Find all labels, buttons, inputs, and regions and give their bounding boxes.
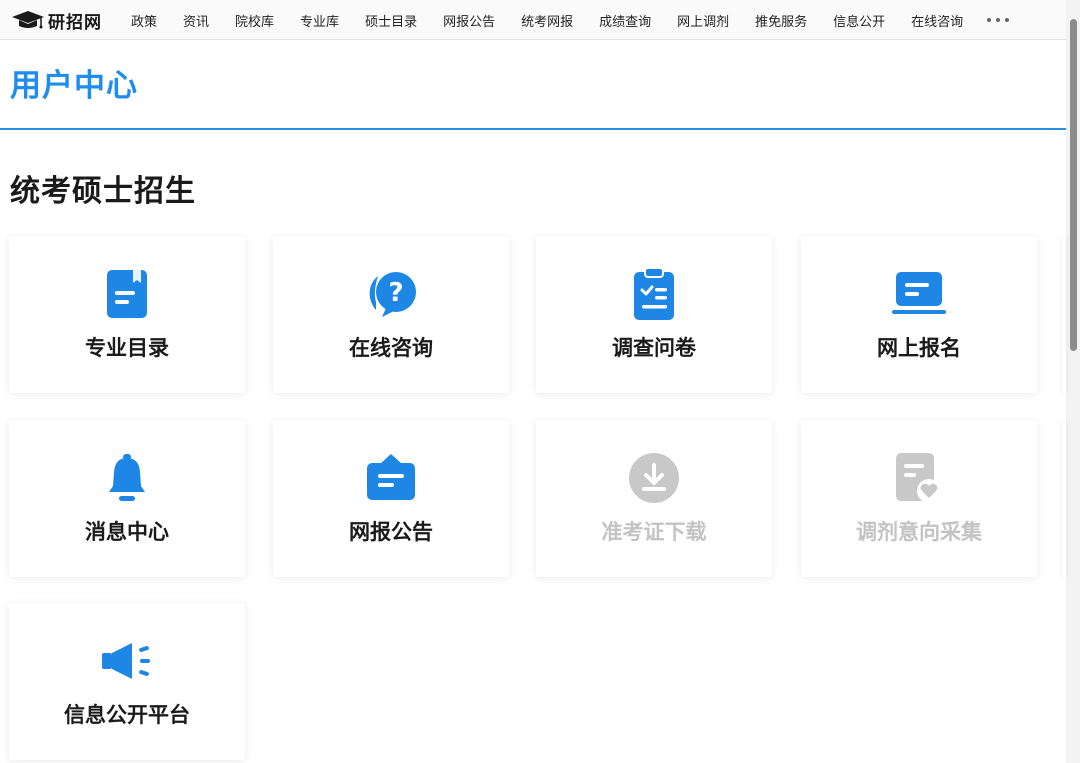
card-label: 准考证下载 — [601, 520, 707, 544]
nav-item-online-adjustment[interactable]: 网上调剂 — [677, 11, 729, 30]
registration-icon — [892, 272, 946, 314]
card-partial-edge — [1062, 236, 1066, 393]
nav-item-exemption-service[interactable]: 推免服务 — [755, 11, 807, 30]
download-icon — [629, 453, 679, 503]
site-logo[interactable]: 研招网 — [10, 6, 102, 34]
consult-icon: ? — [369, 272, 416, 317]
card-survey[interactable]: 调查问卷 — [536, 236, 772, 393]
card-message-center[interactable]: 消息中心 — [9, 420, 245, 577]
card-label: 消息中心 — [85, 520, 169, 544]
nav-item-schools[interactable]: 院校库 — [235, 11, 274, 30]
nav-item-score-query[interactable]: 成绩查询 — [599, 11, 651, 30]
adjustment-icon — [896, 453, 941, 503]
more-menu-icon[interactable] — [987, 18, 1010, 22]
megaphone-icon — [102, 643, 150, 679]
bell-icon — [109, 454, 145, 501]
page-title: 用户中心 — [10, 68, 138, 104]
title-divider — [0, 128, 1066, 130]
card-label: 信息公开平台 — [64, 703, 190, 727]
announcement-icon — [367, 454, 415, 500]
card-admission-ticket-download: 准考证下载 — [536, 420, 772, 577]
nav-item-registration-notice[interactable]: 网报公告 — [443, 11, 495, 30]
section-title: 统考硕士招生 — [10, 174, 196, 209]
card-label: 网上报名 — [877, 336, 961, 360]
card-label: 在线咨询 — [349, 336, 433, 360]
nav-item-online-consult[interactable]: 在线咨询 — [911, 11, 963, 30]
vertical-scrollbar[interactable] — [1066, 0, 1080, 763]
card-label: 专业目录 — [85, 336, 169, 360]
nav-item-info-disclosure[interactable]: 信息公开 — [833, 11, 885, 30]
catalog-icon — [107, 270, 147, 318]
card-adjustment-intention: 调剂意向采集 — [801, 420, 1037, 577]
graduation-cap-icon — [12, 11, 44, 29]
svg-text:?: ? — [388, 278, 403, 308]
card-online-consult[interactable]: ? 在线咨询 — [273, 236, 509, 393]
card-registration-notice[interactable]: 网报公告 — [273, 420, 509, 577]
nav-item-majors[interactable]: 专业库 — [300, 11, 339, 30]
card-partial-edge — [1062, 420, 1066, 577]
nav-item-news[interactable]: 资讯 — [183, 11, 209, 30]
card-label: 调剂意向采集 — [856, 520, 982, 544]
top-navigation-bar: 研招网 政策 资讯 院校库 专业库 硕士目录 网报公告 统考网报 成绩查询 网上… — [0, 0, 1080, 40]
card-online-registration[interactable]: 网上报名 — [801, 236, 1037, 393]
card-label: 网报公告 — [349, 520, 433, 544]
nav-item-master-catalog[interactable]: 硕士目录 — [365, 11, 417, 30]
logo-text: 研招网 — [48, 12, 102, 33]
nav-item-unified-registration[interactable]: 统考网报 — [521, 11, 573, 30]
nav-item-policy[interactable]: 政策 — [131, 11, 157, 30]
card-major-catalog[interactable]: 专业目录 — [9, 236, 245, 393]
scrollbar-thumb[interactable] — [1070, 19, 1077, 351]
card-info-disclosure-platform[interactable]: 信息公开平台 — [9, 603, 245, 760]
survey-icon — [634, 268, 674, 320]
card-label: 调查问卷 — [612, 336, 696, 360]
main-nav: 政策 资讯 院校库 专业库 硕士目录 网报公告 统考网报 成绩查询 网上调剂 推… — [131, 0, 1010, 40]
